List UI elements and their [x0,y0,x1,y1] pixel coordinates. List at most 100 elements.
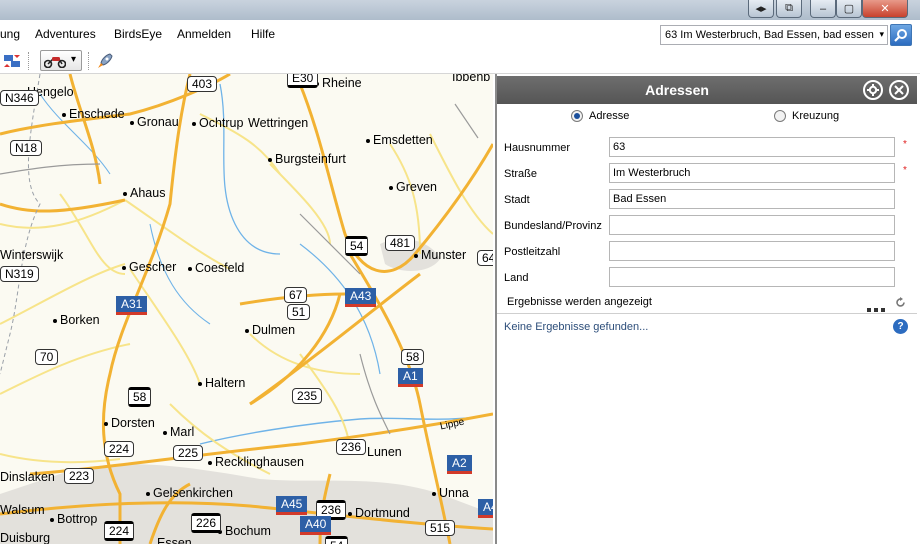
route-shield-n346: N346 [0,90,39,106]
map-label-coesfeld[interactable]: Coesfeld [188,261,244,275]
location-search-input[interactable]: 63 Im Westerbruch, Bad Essen, bad essen … [660,25,888,45]
land-field[interactable] [609,267,895,287]
map-label-enschede[interactable]: Enschede [62,107,125,121]
map-label-gronau[interactable]: Gronau [130,115,179,129]
route-shield-54: 54 [345,236,369,256]
close-window-button[interactable]: ✕ [862,0,908,18]
map-label-munster[interactable]: Munster [414,248,466,262]
transfer-icon[interactable] [3,52,21,73]
route-shield-67: 67 [284,287,308,303]
radio-adresse-dot[interactable] [571,110,583,122]
map-label-greven[interactable]: Greven [389,180,437,194]
route-shield-403: 403 [187,76,218,92]
map-label-dortmund[interactable]: Dortmund [348,506,410,520]
map-label-ahaus[interactable]: Ahaus [123,186,165,200]
required-marker: * [903,165,907,176]
map-label-duisburg[interactable]: Duisburg [0,531,50,544]
map-label-haltern[interactable]: Haltern [198,376,245,390]
route-shield-515: 515 [425,520,456,536]
toolbar: ▾ [0,48,920,74]
restore-layout-button[interactable]: ⧉ [776,0,802,18]
route-shield-481: 481 [385,235,416,251]
bundesland-field[interactable] [609,215,895,235]
autobahn-shield-a40: A40 [300,516,332,535]
navigate-button[interactable]: ◂▸ [748,0,774,18]
hausnummer-label: Hausnummer [504,142,571,154]
panel-settings-button[interactable] [863,80,883,100]
window-titlebar: ◂▸ ⧉ – ▢ ✕ [0,0,920,20]
map-label-bochum[interactable]: Bochum [218,524,271,538]
map-label-gescher[interactable]: Gescher [122,260,176,274]
chevron-down-icon[interactable]: ▾ [879,29,884,40]
route-shield-236: 236 [336,439,367,455]
no-results-message: Keine Ergebnisse gefunden... [504,321,649,333]
map-label-borken[interactable]: Borken [53,313,100,327]
map-label-walsum[interactable]: Walsum [0,503,45,517]
results-status-text: Ergebnisse werden angezeigt [507,296,652,308]
more-icon[interactable] [867,301,885,315]
map-label-burgsteinfurt[interactable]: Burgsteinfurt [268,152,346,166]
map-label-bottrop[interactable]: Bottrop [50,512,97,526]
maximize-button[interactable]: ▢ [836,0,862,18]
map-label-essen[interactable]: Essen [157,536,192,544]
autobahn-shield-a45: A45 [276,496,308,515]
route-shield-224: 224 [104,441,135,457]
map-label-wettringen[interactable]: Wettringen [248,116,308,130]
rocket-icon[interactable] [96,52,114,73]
chevron-down-icon: ▾ [71,54,77,65]
map-label-ochtrup[interactable]: Ochtrup [192,116,243,130]
postleitzahl-field[interactable] [609,241,895,261]
route-shield-226: 226 [191,513,222,533]
route-shield-224-south: 224 [104,521,135,541]
route-shield-64: 64 [477,250,493,266]
map-view[interactable]: Hengelo Enschede Gronau Ochtrup Wettring… [0,74,493,544]
radio-kreuzung-dot[interactable] [774,110,786,122]
map-label-gelsenkirchen[interactable]: Gelsenkirchen [146,486,233,500]
hausnummer-field[interactable] [609,137,895,157]
autobahn-shield-a1: A1 [398,368,423,387]
map-label-dulmen[interactable]: Dulmen [245,323,295,337]
map-label-ibbenb[interactable]: Ibbenb [452,74,490,84]
radio-kreuzung-label: Kreuzung [792,110,840,122]
menu-item-hilfe[interactable]: Hilfe [251,27,275,41]
map-label-rheine[interactable]: Rheine [315,76,362,90]
search-button[interactable] [890,24,912,46]
help-icon[interactable]: ? [893,319,908,334]
gear-icon [867,84,879,96]
map-label-recklinghausen[interactable]: Recklinghausen [208,455,304,469]
map-label-dorsten[interactable]: Dorsten [104,416,155,430]
menu-item-navigation[interactable]: ung [0,27,20,41]
route-shield-235: 235 [292,388,323,404]
vehicle-profile-dropdown[interactable]: ▾ [40,50,82,71]
route-shield-58-east: 58 [401,349,425,365]
map-label-winterswijk[interactable]: Winterswijk [0,248,63,262]
route-shield-54-south: 54 [325,536,349,544]
menu-item-adventures[interactable]: Adventures [35,27,96,41]
route-shield-70: 70 [35,349,59,365]
menu-item-anmelden[interactable]: Anmelden [177,27,231,41]
stadt-field[interactable] [609,189,895,209]
search-icon [894,29,907,42]
autobahn-shield-a2: A2 [447,455,472,474]
address-panel: Adressen Adresse Kreuzung Hausnummer * S… [495,74,920,544]
minimize-button[interactable]: – [810,0,836,18]
radio-kreuzung[interactable]: Kreuzung [774,110,839,122]
route-shield-225: 225 [173,445,204,461]
autobahn-shield-a31: A31 [116,296,148,315]
menu-item-birdseye[interactable]: BirdsEye [114,27,162,41]
map-label-emsdetten[interactable]: Emsdetten [366,133,433,147]
toolbar-separator [28,52,29,70]
map-label-lunen[interactable]: Lunen [360,445,402,459]
search-value: 63 Im Westerbruch, Bad Essen, bad essen [665,29,874,41]
map-label-unna[interactable]: Unna [432,486,469,500]
radio-adresse[interactable]: Adresse [571,110,629,122]
panel-close-button[interactable] [889,80,909,100]
route-shield-n319: N319 [0,266,39,282]
motorcycle-icon [43,54,67,71]
panel-title: Adressen [645,82,709,98]
required-marker: * [903,139,907,150]
map-label-dinslaken[interactable]: Dinslaken [0,470,55,484]
map-label-marl[interactable]: Marl [163,425,194,439]
strasse-field[interactable] [609,163,895,183]
refresh-icon[interactable] [895,297,906,311]
